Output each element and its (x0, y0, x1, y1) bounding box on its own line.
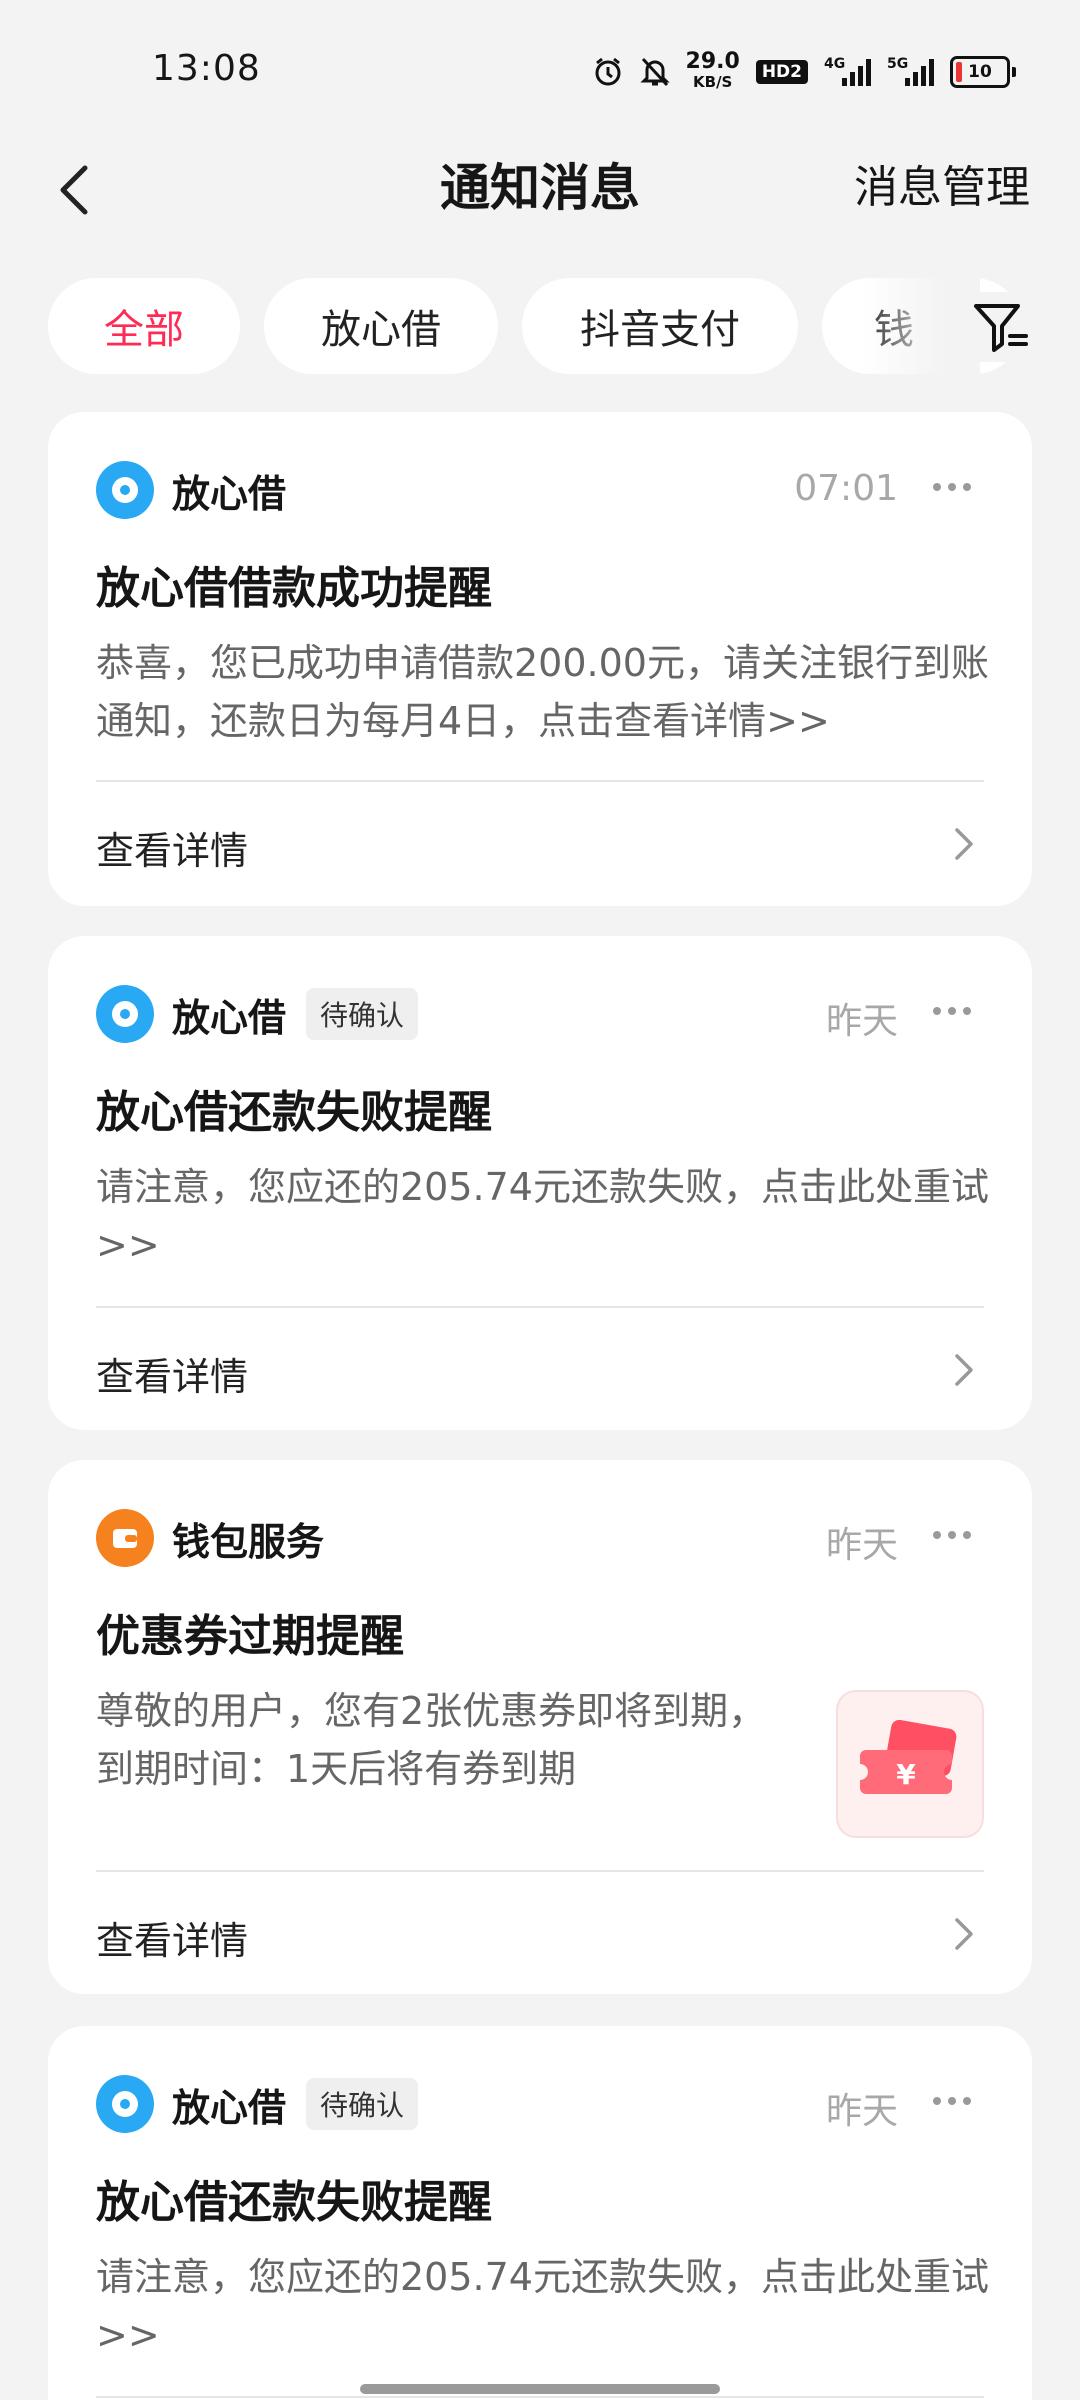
source-name: 钱包服务 (172, 1519, 325, 1564)
notification-body: 请注意，您应还的205.74元还款失败，点击此处重试>> (96, 1165, 989, 1267)
mute-bell-icon (639, 56, 670, 88)
view-details-link[interactable]: 查看详情 (96, 820, 248, 875)
more-options-button[interactable] (922, 986, 982, 1036)
header: 通知消息 消息管理 (0, 140, 1080, 260)
divider (96, 780, 984, 782)
more-options-button[interactable] (922, 1510, 982, 1560)
notification-title: 放心借还款失败提醒 (96, 2177, 492, 2228)
source-name: 放心借 (172, 471, 287, 516)
notification-title: 优惠券过期提醒 (96, 1611, 404, 1662)
message-manage-button[interactable]: 消息管理 (854, 148, 1030, 228)
fxj-logo-icon (96, 985, 154, 1043)
tab-all[interactable]: 全部 (48, 278, 240, 374)
fxj-logo-icon (96, 2075, 154, 2133)
notification-time: 昨天 (825, 1525, 898, 1566)
divider (96, 2396, 984, 2398)
divider (96, 1870, 984, 1872)
tab-douyin-pay[interactable]: 抖音支付 (522, 278, 798, 374)
more-options-button[interactable] (922, 2076, 982, 2126)
wallet-icon (96, 1509, 154, 1567)
alarm-icon (592, 56, 624, 88)
chevron-right-icon (944, 1914, 984, 1954)
notification-card[interactable]: 放心借 待确认 昨天 放心借还款失败提醒 请注意，您应还的205.74元还款失败… (48, 2026, 1032, 2400)
chevron-right-icon (944, 1350, 984, 1390)
source-name: 放心借 (172, 2085, 287, 2130)
notification-time: 昨天 (825, 2091, 898, 2132)
status-badge: 待确认 (306, 988, 419, 1040)
view-details-link[interactable]: 查看详情 (96, 1910, 248, 1965)
notification-card[interactable]: 放心借 待确认 昨天 放心借还款失败提醒 请注意，您应还的205.74元还款失败… (48, 936, 1032, 1430)
coupon-symbol: ¥ (896, 1758, 916, 1791)
source-name: 放心借 (172, 995, 287, 1040)
chevron-right-icon (944, 824, 984, 864)
status-icons: 29.0 KB/S HD2 4G 5G 10 (592, 49, 1016, 92)
status-badge: 待确认 (306, 2078, 419, 2130)
net-speed: 29.0 KB/S (685, 49, 740, 92)
notification-title: 放心借借款成功提醒 (96, 563, 492, 614)
notification-body: 尊敬的用户，您有2张优惠券即将到期，到期时间：1天后将有券到期 (96, 1689, 767, 1791)
battery-icon: 10 (950, 56, 1016, 88)
signal-4g-icon: 4G (824, 56, 871, 86)
notification-body: 恭喜，您已成功申请借款200.00元，请关注银行到账通知，还款日为每月4日，点击… (96, 641, 989, 743)
notification-body: 请注意，您应还的205.74元还款失败，点击此处重试>> (96, 2255, 989, 2357)
more-options-button[interactable] (922, 462, 982, 512)
hd-icon: HD2 (755, 60, 808, 84)
status-time: 13:08 (152, 48, 261, 89)
tab-fangxinjie[interactable]: 放心借 (264, 278, 498, 374)
view-details-link[interactable]: 查看详情 (96, 1346, 248, 1401)
divider (96, 1306, 984, 1308)
battery-level: 10 (968, 62, 992, 82)
notification-card[interactable]: 钱包服务 昨天 优惠券过期提醒 尊敬的用户，您有2张优惠券即将到期，到期时间：1… (48, 1460, 1032, 1994)
notification-time: 07:01 (794, 468, 898, 509)
fxj-logo-icon (96, 461, 154, 519)
coupon-ticket-icon: ¥ (836, 1690, 984, 1838)
signal-5g-icon: 5G (887, 56, 934, 86)
filter-tabs: 全部 放心借 抖音支付 钱 (0, 278, 1080, 376)
notification-card[interactable]: 放心借 07:01 放心借借款成功提醒 恭喜，您已成功申请借款200.00元，请… (48, 412, 1032, 906)
filter-icon (974, 304, 1028, 352)
notification-title: 放心借还款失败提醒 (96, 1087, 492, 1138)
status-bar: 13:08 29.0 KB/S HD2 4G 5G 10 (0, 0, 1080, 140)
filter-button[interactable] (966, 292, 1036, 362)
home-indicator[interactable] (360, 2384, 720, 2394)
notification-time: 昨天 (825, 1001, 898, 1042)
